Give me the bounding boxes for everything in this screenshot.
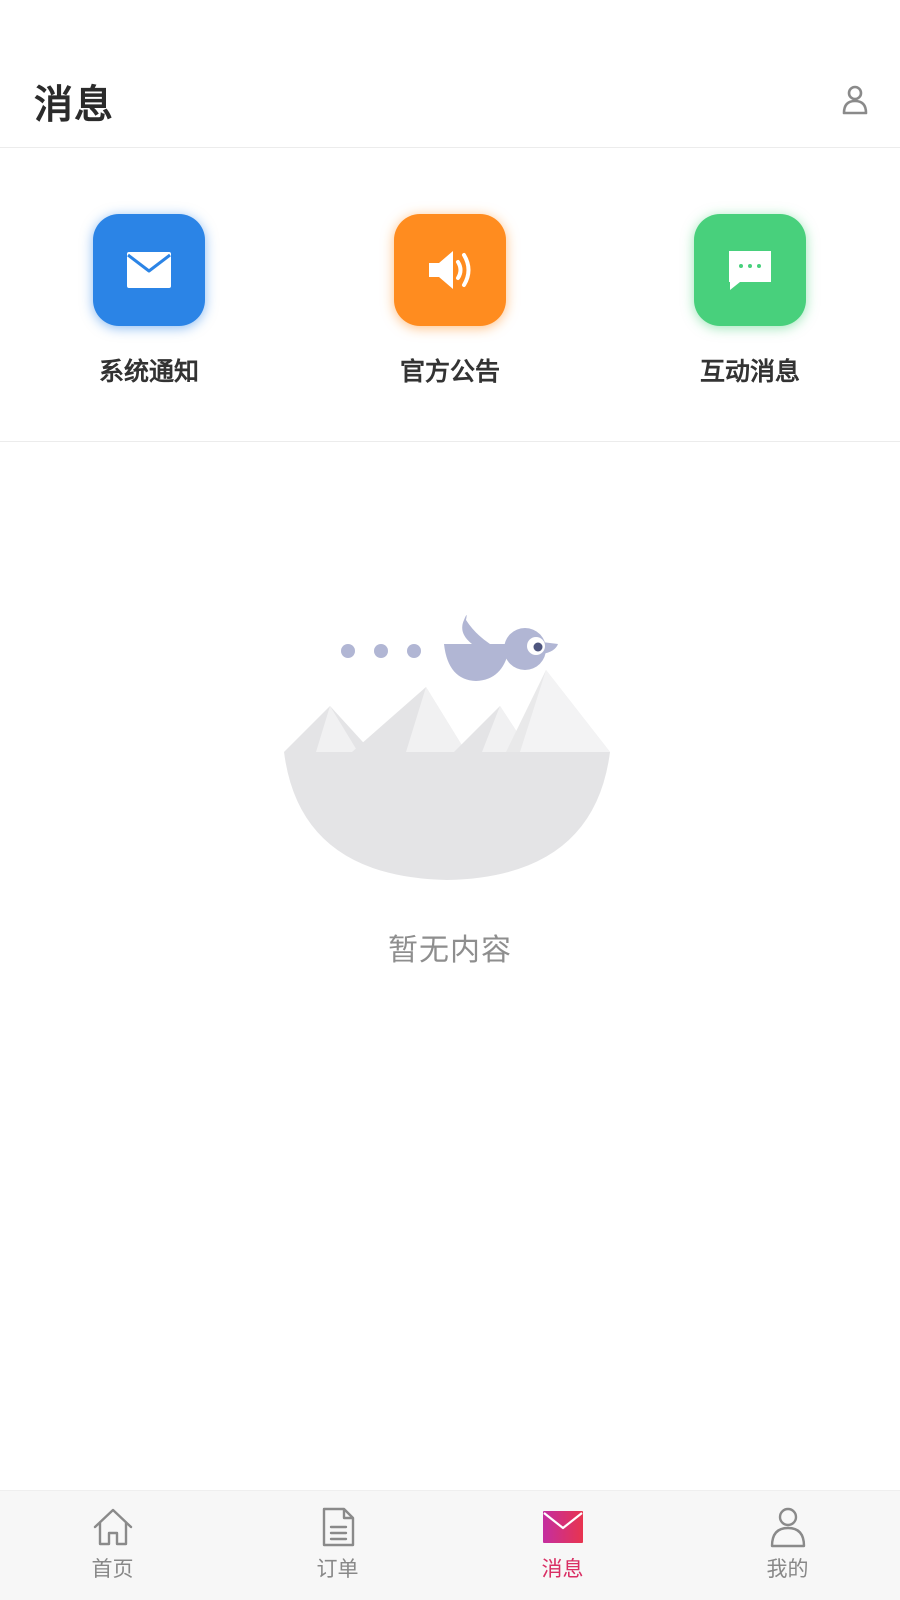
document-icon [322,1507,354,1547]
category-system-notice[interactable]: 系统通知 [39,214,259,394]
system-notice-tile [93,214,205,326]
category-label: 系统通知 [98,357,199,386]
messages-page: 消息 系统通知 官方公告 互动消息 暂无内容 首页 订单 消息 我的 [0,0,900,1600]
bird-mountains-illustration [284,615,610,880]
message-categories: 系统通知 官方公告 互动消息 [0,148,900,442]
user-profile-button[interactable] [838,80,872,120]
mail-icon [542,1511,583,1543]
tab-label: 订单 [316,1557,359,1581]
tab-home[interactable]: 首页 [0,1491,225,1600]
category-label: 互动消息 [699,357,800,386]
category-interaction-message[interactable]: 互动消息 [640,214,860,394]
tab-orders[interactable]: 订单 [225,1491,450,1600]
chat-bubble-icon [729,251,771,290]
official-announcement-tile [394,214,506,326]
mail-icon [127,252,171,288]
tab-label: 首页 [91,1557,134,1581]
page-title: 消息 [34,83,115,128]
category-official-announcement[interactable]: 官方公告 [340,214,560,394]
tab-mine[interactable]: 我的 [675,1491,900,1600]
bottom-tab-bar: 首页 订单 消息 我的 [0,1490,900,1600]
tab-label: 消息 [541,1557,584,1581]
user-icon [770,1507,805,1548]
interaction-message-tile [694,214,806,326]
empty-state-text: 暂无内容 [388,933,512,968]
tab-label: 我的 [766,1557,809,1581]
empty-state: 暂无内容 [0,600,900,980]
user-icon [842,85,868,115]
home-icon [93,1508,132,1546]
tab-messages[interactable]: 消息 [450,1491,675,1600]
speaker-icon [429,251,471,289]
page-header: 消息 [0,0,900,148]
category-label: 官方公告 [399,357,500,386]
